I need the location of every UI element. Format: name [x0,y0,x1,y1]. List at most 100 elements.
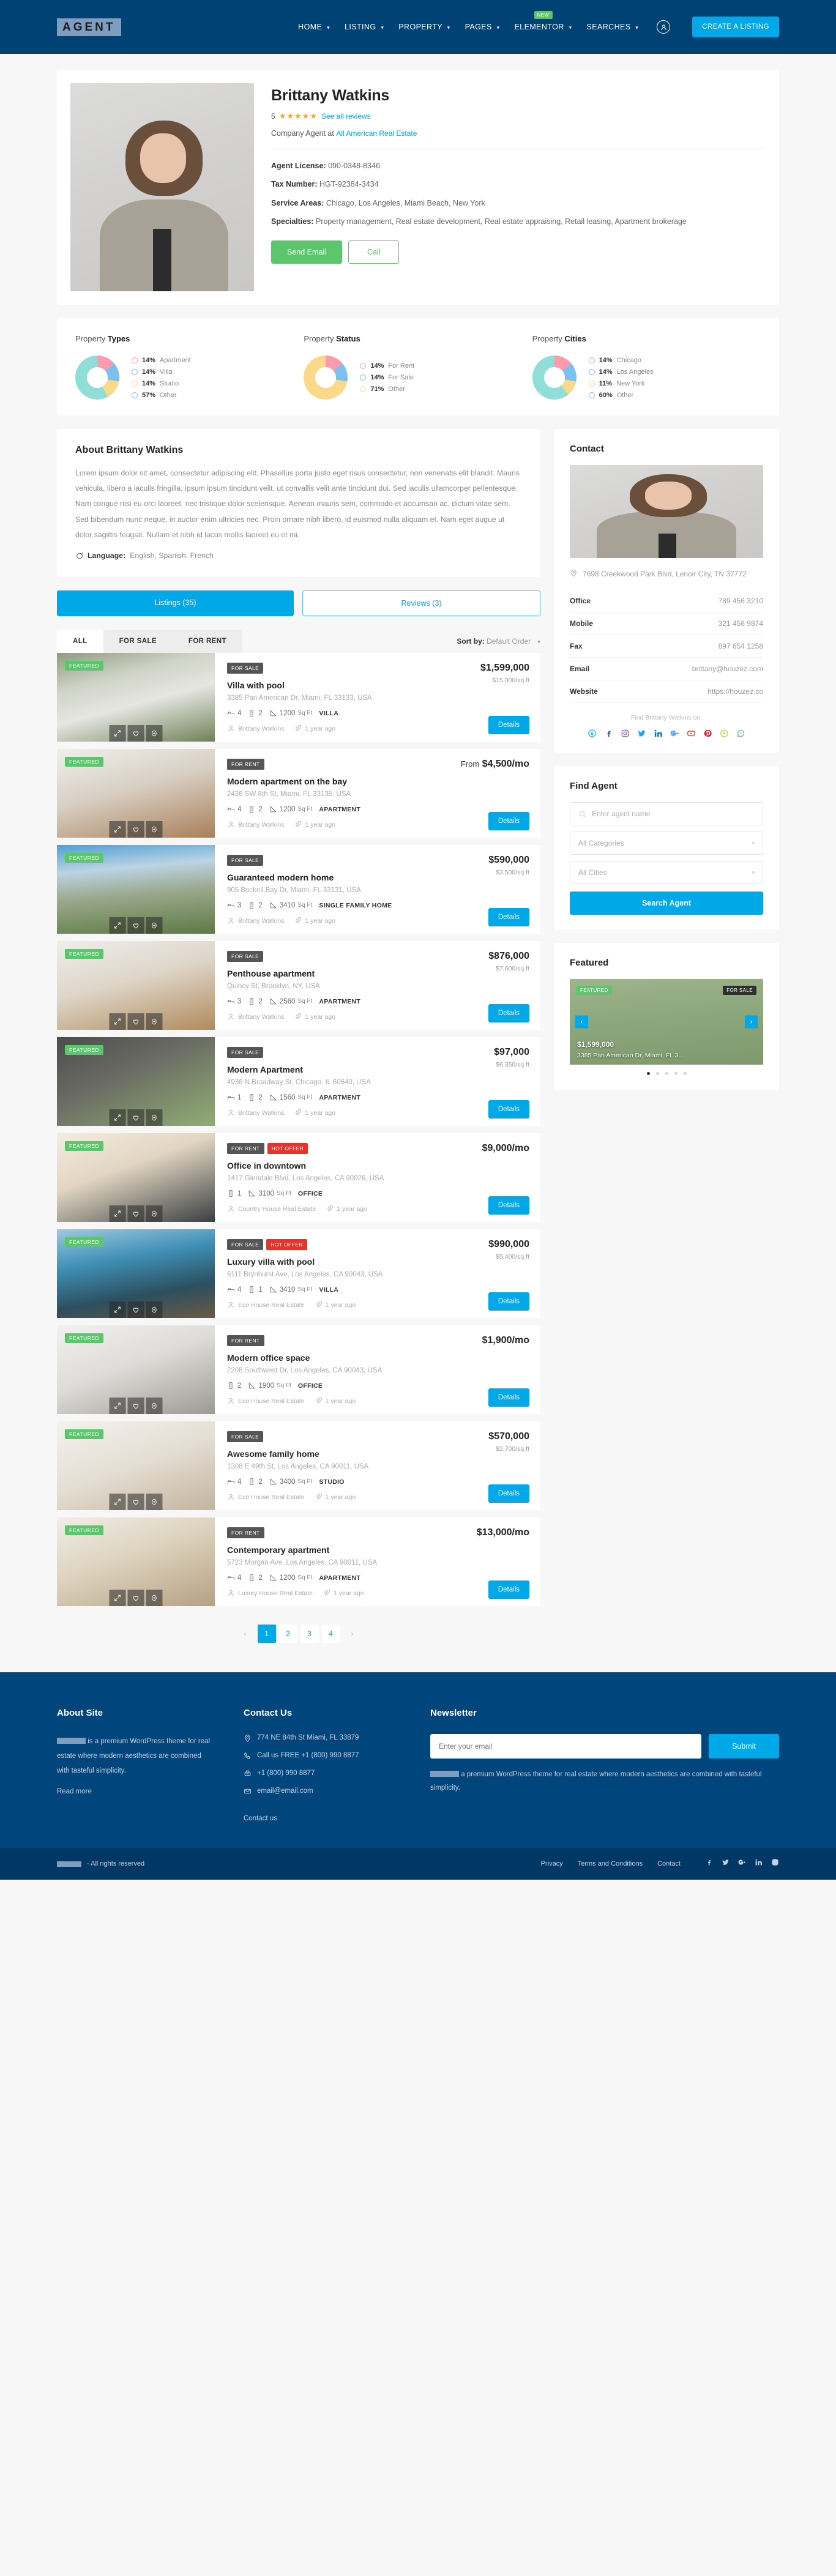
footer-contact-link[interactable]: Contact us [244,1815,277,1822]
instagram-icon[interactable] [771,1858,779,1869]
listing-card[interactable]: FEATURED FOR RENT Modern office space 2208 … [57,1325,540,1415]
skype-icon[interactable] [588,729,597,738]
listing-card[interactable]: FEATURED FOR SALE Villa with pool 3385 Pan … [57,653,540,742]
carousel-dot[interactable] [646,1072,650,1076]
linkedin-icon[interactable] [654,729,663,738]
expand-icon[interactable] [109,1590,126,1607]
expand-icon[interactable] [109,821,126,838]
tab-reviews[interactable]: Reviews (3) [302,590,540,617]
googleplus-icon[interactable] [738,1858,746,1869]
listing-card[interactable]: FEATURED FOR SALE Penthouse apartment Quinc… [57,941,540,1030]
listing-title[interactable]: Villa with pool [227,680,431,690]
carousel-dot[interactable] [683,1072,687,1076]
carousel-dot[interactable] [674,1072,677,1076]
pagination-prev[interactable]: ‹ [236,1625,255,1643]
read-more-link[interactable]: Read more [57,1788,92,1795]
tab-listings[interactable]: Listings (35) [57,590,294,617]
expand-icon[interactable] [109,1301,126,1319]
search-agent-button[interactable]: Search Agent [570,892,763,915]
expand-icon[interactable] [109,1205,126,1223]
nav-item-searches[interactable]: SEARCHES ▾ [587,23,639,31]
listing-title[interactable]: Awesome family home [227,1449,431,1459]
pagination-page-2[interactable]: 2 [278,1625,297,1644]
row-value[interactable]: brittany@houzez.com [692,664,763,673]
nav-item-listing[interactable]: LISTING ▾ [345,23,384,31]
create-listing-button[interactable]: CREATE A LISTING [692,17,779,37]
pagination-next[interactable]: › [343,1625,362,1643]
details-button[interactable]: Details [488,1004,529,1023]
see-all-reviews-link[interactable]: See all reviews [321,112,371,121]
footer-link-privacy[interactable]: Privacy [541,1860,563,1867]
featured-slide[interactable]: FEATURED FOR SALE ‹ › $1,599,000 3385 Pa… [570,979,763,1065]
pinterest-icon[interactable] [703,729,712,738]
listing-title[interactable]: Luxury villa with pool [227,1257,431,1267]
newsletter-submit-button[interactable]: Submit [709,1734,779,1759]
details-button[interactable]: Details [488,1484,529,1503]
youtube-icon[interactable] [687,729,696,738]
nav-item-home[interactable]: HOME ▾ [298,23,330,31]
listing-card[interactable]: FEATURED FOR SALE Modern Apartment 4936 N B… [57,1037,540,1126]
favorite-heart-icon[interactable] [127,1590,144,1607]
listing-image[interactable]: FEATURED [57,1133,215,1223]
send-email-button[interactable]: Send Email [271,240,342,264]
carousel-dot[interactable] [665,1072,668,1076]
listing-image[interactable]: FEATURED [57,1037,215,1126]
compare-add-icon[interactable] [146,821,163,838]
listing-title[interactable]: Guaranteed modern home [227,873,431,882]
listing-card[interactable]: FEATURED FOR RENT HOT OFFER Office in downt… [57,1133,540,1223]
nav-item-pages[interactable]: PAGES ▾ [465,23,500,31]
footer-link-contact[interactable]: Contact [657,1860,681,1867]
facebook-icon[interactable] [604,729,613,738]
whatsapp-icon[interactable] [736,729,745,738]
footer-link-terms[interactable]: Terms and Conditions [578,1860,643,1867]
favorite-heart-icon[interactable] [127,1109,144,1126]
pagination-page-4[interactable]: 4 [321,1625,340,1644]
facebook-icon[interactable] [705,1858,713,1869]
compare-add-icon[interactable] [146,1109,163,1126]
row-value[interactable]: https://houzez.co [707,687,763,696]
details-button[interactable]: Details [488,1580,529,1599]
listing-card[interactable]: FEATURED FOR SALE Awesome family home 1308 … [57,1421,540,1511]
favorite-heart-icon[interactable] [127,1205,144,1223]
expand-icon[interactable] [109,1013,126,1030]
favorite-heart-icon[interactable] [127,1398,144,1415]
nav-item-property[interactable]: PROPERTY ▾ [398,23,450,31]
listing-title[interactable]: Modern office space [227,1353,431,1363]
nav-item-elementor[interactable]: NEW ELEMENTOR ▾ [515,11,572,31]
twitter-icon[interactable] [722,1858,730,1869]
compare-add-icon[interactable] [146,1205,163,1223]
category-select[interactable]: All Categories ▾ [570,832,763,855]
expand-icon[interactable] [109,917,126,934]
pagination-page-3[interactable]: 3 [300,1625,319,1644]
listing-card[interactable]: FEATURED FOR RENT Contemporary apartment 57… [57,1517,540,1607]
carousel-dot[interactable] [655,1072,659,1076]
favorite-heart-icon[interactable] [127,1013,144,1030]
pagination-page-1[interactable]: 1 [257,1625,276,1644]
details-button[interactable]: Details [488,1100,529,1119]
expand-icon[interactable] [109,1109,126,1126]
listing-image[interactable]: FEATURED [57,1325,215,1415]
company-link[interactable]: All American Real Estate [336,129,417,138]
listing-image[interactable]: FEATURED [57,941,215,1030]
carousel-next-arrow[interactable]: › [745,1015,758,1029]
details-button[interactable]: Details [488,1196,529,1215]
listing-title[interactable]: Office in downtown [227,1161,431,1171]
favorite-heart-icon[interactable] [127,821,144,838]
filter-tab-all[interactable]: ALL [57,630,103,653]
details-button[interactable]: Details [488,908,529,927]
agent-name-input[interactable]: Enter agent name [570,802,763,826]
footer-email[interactable]: email@email.com [257,1787,313,1795]
favorite-heart-icon[interactable] [127,1494,144,1511]
listing-image[interactable]: FEATURED [57,653,215,742]
listing-card[interactable]: FEATURED FOR SALE HOT OFFER Luxury villa wi… [57,1229,540,1319]
call-button[interactable]: Call [348,240,400,264]
compare-add-icon[interactable] [146,1301,163,1319]
site-logo[interactable]: AGENT [57,18,121,36]
compare-add-icon[interactable] [146,1398,163,1415]
compare-add-icon[interactable] [146,725,163,742]
vimeo-icon[interactable] [720,729,729,738]
listing-card[interactable]: FEATURED FOR SALE Guaranteed modern home 90… [57,845,540,934]
details-button[interactable]: Details [488,1292,529,1311]
linkedin-icon[interactable] [755,1858,763,1869]
compare-add-icon[interactable] [146,1590,163,1607]
